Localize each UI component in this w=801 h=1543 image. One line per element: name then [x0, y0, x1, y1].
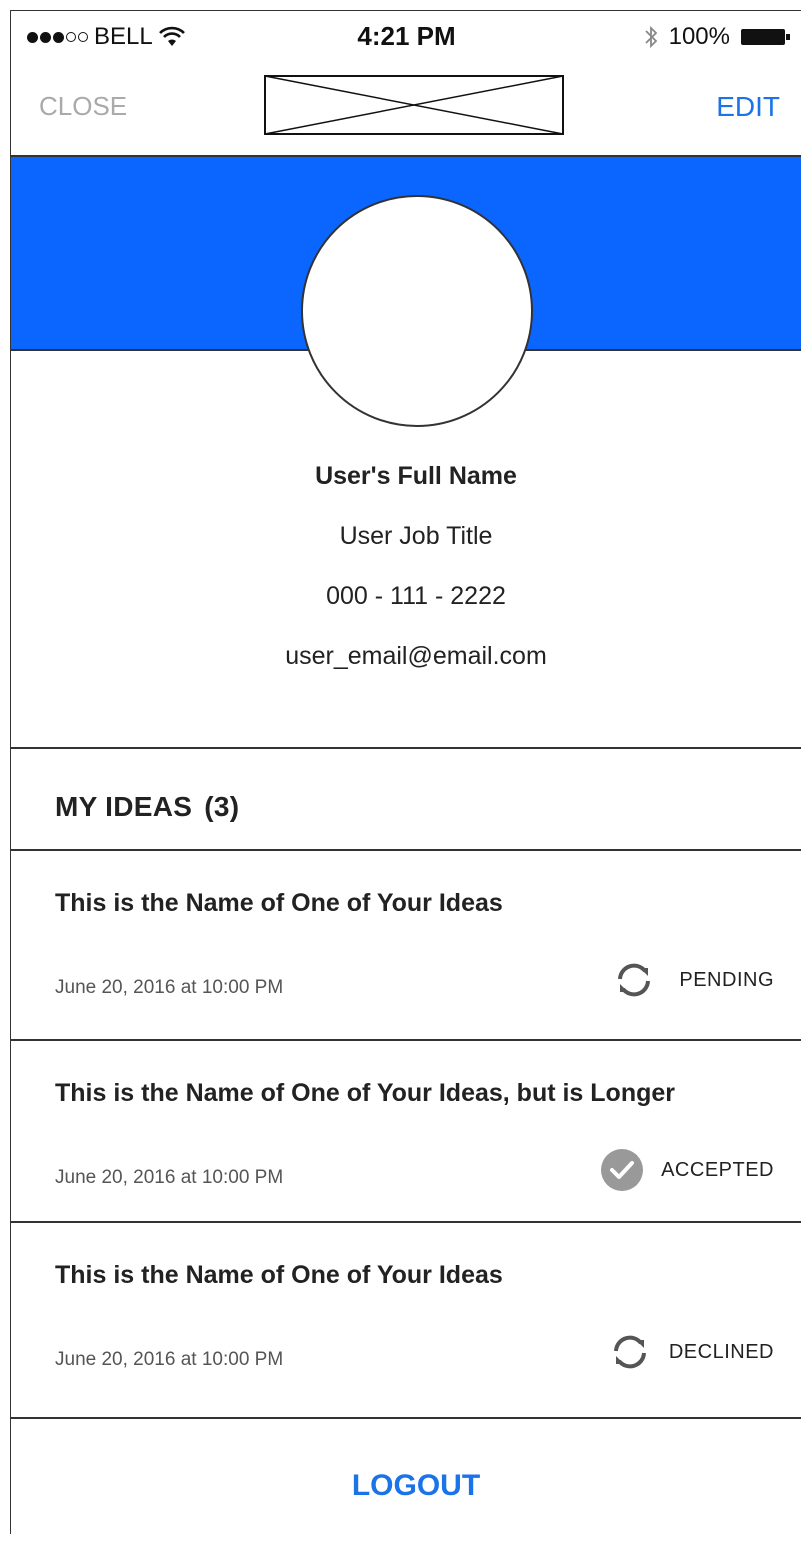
- nav-bar: CLOSE EDIT: [11, 61, 801, 157]
- close-button[interactable]: CLOSE: [39, 91, 127, 122]
- profile-info: User's Full Name User Job Title 000 - 11…: [11, 459, 801, 699]
- user-phone: 000 - 111 - 2222: [326, 582, 506, 610]
- idea-status: ACCEPTED: [599, 1147, 774, 1193]
- section-title: MY IDEAS: [55, 791, 193, 822]
- avatar: [301, 195, 533, 427]
- battery-icon: [741, 29, 790, 45]
- ideas-count: (3): [204, 791, 240, 822]
- idea-title: This is the Name of One of Your Ideas: [55, 889, 503, 917]
- idea-status: DECLINED: [607, 1329, 774, 1375]
- check-circle-icon: [601, 1149, 644, 1191]
- my-ideas-header: MY IDEAS (3): [55, 791, 239, 823]
- logout-button[interactable]: LOGOUT: [11, 1469, 801, 1503]
- status-label: ACCEPTED: [661, 1158, 774, 1181]
- status-label: PENDING: [679, 968, 774, 991]
- user-name: User's Full Name: [315, 462, 517, 490]
- idea-row[interactable]: This is the Name of One of Your Ideas, b…: [11, 1041, 801, 1229]
- edit-button[interactable]: EDIT: [716, 91, 780, 123]
- status-right: 100%: [643, 23, 792, 51]
- divider: [11, 1417, 801, 1419]
- divider: [11, 747, 801, 749]
- status-bar: BELL 4:21 PM 100%: [11, 11, 801, 61]
- idea-status: PENDING: [611, 957, 774, 1003]
- idea-row[interactable]: This is the Name of One of Your Ideas Ju…: [11, 851, 801, 1039]
- idea-title: This is the Name of One of Your Ideas: [55, 1261, 503, 1289]
- status-label: DECLINED: [668, 1340, 774, 1363]
- bluetooth-icon: [644, 25, 657, 49]
- battery-percent: 100%: [668, 23, 730, 50]
- idea-row[interactable]: This is the Name of One of Your Ideas Ju…: [11, 1223, 801, 1411]
- idea-date: June 20, 2016 at 10:00 PM: [55, 977, 284, 998]
- image-placeholder-icon: [264, 75, 564, 135]
- idea-title: This is the Name of One of Your Ideas, b…: [55, 1079, 675, 1107]
- refresh-icon: [618, 963, 651, 997]
- refresh-icon: [613, 1335, 646, 1369]
- idea-date: June 20, 2016 at 10:00 PM: [55, 1349, 284, 1370]
- profile-screen: BELL 4:21 PM 100% CLOSE EDIT User's Full…: [10, 10, 801, 1534]
- user-email: user_email@email.com: [285, 642, 547, 670]
- user-job-title: User Job Title: [339, 522, 493, 550]
- idea-date: June 20, 2016 at 10:00 PM: [55, 1167, 284, 1188]
